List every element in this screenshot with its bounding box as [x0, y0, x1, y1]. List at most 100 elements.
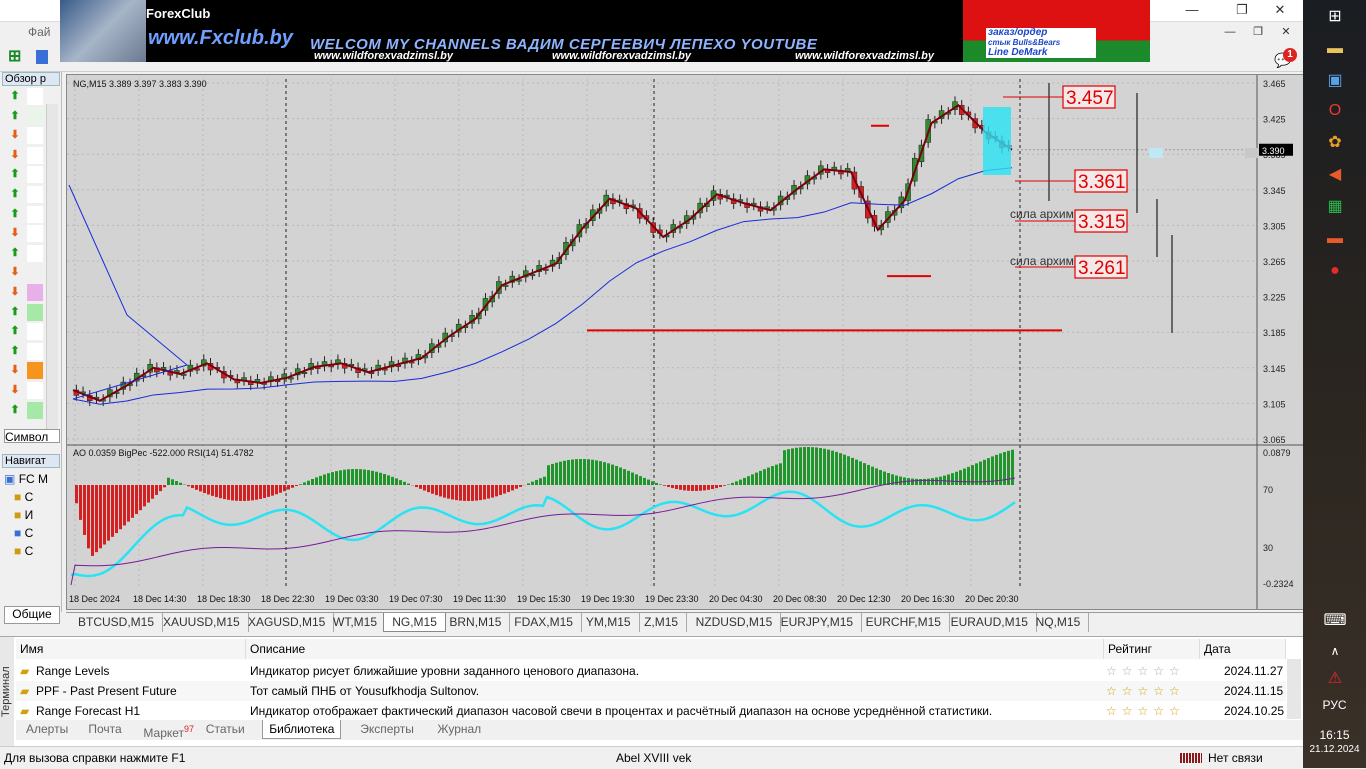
- paint-icon[interactable]: ✿: [1321, 130, 1349, 156]
- ao-bar: [759, 471, 762, 485]
- table-row[interactable]: ▰PPF - Past Present FutureТот самый ПНБ …: [16, 681, 1286, 701]
- nav-item[interactable]: ■ И: [4, 508, 60, 526]
- price-tick-label: 3.105: [1263, 399, 1286, 409]
- ao-bar: [191, 485, 194, 488]
- signal-cell: [27, 166, 43, 183]
- symbol-tab[interactable]: FDAX,M15: [506, 613, 582, 632]
- ao-bar: [959, 470, 962, 485]
- col-description[interactable]: Описание: [246, 639, 1104, 659]
- symbol-tab[interactable]: NG,M15: [383, 613, 446, 632]
- symbol-tab[interactable]: XAUUSD,M15: [155, 613, 249, 632]
- ao-bar: [387, 475, 390, 485]
- ao-bar: [535, 480, 538, 485]
- network-error-icon[interactable]: ⚠: [1321, 666, 1349, 692]
- symbol-tab[interactable]: XAGUSD,M15: [240, 613, 334, 632]
- nav-item[interactable]: ■ С: [4, 544, 60, 562]
- ad-banner[interactable]: ForexClub www.Fxclub.by WELCOM MY CHANNE…: [60, 0, 1150, 62]
- symbol-tab[interactable]: EURCHF,M15: [858, 613, 950, 632]
- keyboard-icon[interactable]: ⌨: [1321, 608, 1349, 634]
- price-tick-label: 3.225: [1263, 293, 1286, 303]
- symbol-tab[interactable]: BTCUSD,M15: [70, 613, 163, 632]
- row-date: 2024.11.27: [1224, 661, 1283, 681]
- tray-expand-icon[interactable]: ∧: [1321, 638, 1349, 664]
- terminal-tab[interactable]: Маркет97: [137, 720, 200, 739]
- ao-bar: [947, 474, 950, 485]
- language-indicator[interactable]: РУС: [1303, 698, 1366, 712]
- terminal-tab[interactable]: Эксперты: [354, 720, 420, 739]
- time-tick-label: 20 Dec 12:30: [837, 594, 891, 604]
- chart-canvas[interactable]: 3.4653.4253.3853.3453.3053.2653.2253.185…: [67, 75, 1303, 609]
- chart-header: NG,M15 3.389 3.397 3.383 3.390: [73, 79, 207, 89]
- symbol-tab[interactable]: EURAUD,M15: [943, 613, 1037, 632]
- terminal-tab[interactable]: Журнал: [431, 720, 487, 739]
- nav-item[interactable]: ■ С: [4, 490, 60, 508]
- chart-window[interactable]: 3.4653.4253.3853.3453.3053.2653.2253.185…: [66, 74, 1304, 610]
- ao-bar: [651, 481, 654, 485]
- terminal-tab[interactable]: Библиотека: [262, 720, 341, 739]
- ao-bar: [539, 478, 542, 485]
- symbol-tab[interactable]: Символ: [4, 429, 60, 443]
- col-rating[interactable]: Рейтинг: [1104, 639, 1200, 659]
- minimize-button[interactable]: —: [1176, 0, 1208, 20]
- clock-time[interactable]: 16:15: [1303, 728, 1366, 742]
- symbol-tab[interactable]: YM,M15: [578, 613, 640, 632]
- start-icon[interactable]: ⊞: [1321, 4, 1349, 30]
- explorer-icon[interactable]: ▬: [1321, 36, 1349, 62]
- symbol-tab[interactable]: BRN,M15: [441, 613, 510, 632]
- toolbar-icon[interactable]: [36, 50, 48, 64]
- col-name[interactable]: Имя: [16, 639, 246, 659]
- app-icon[interactable]: ▬: [1321, 226, 1349, 252]
- terminal-tab[interactable]: Статьи: [200, 720, 251, 739]
- app-icon[interactable]: ▣: [1321, 68, 1349, 94]
- price-line: [73, 105, 1012, 400]
- level-value: 3.457: [1066, 88, 1114, 109]
- speaker-icon[interactable]: ◀: [1321, 162, 1349, 188]
- market-watch-header[interactable]: Обзор р: [2, 72, 60, 86]
- market-watch-scrollbar[interactable]: [46, 104, 58, 434]
- terminal-tab[interactable]: Алерты: [20, 720, 74, 739]
- nav-item[interactable]: ■ С: [4, 526, 60, 544]
- symbol-tab[interactable]: EURJPY,M15: [773, 613, 862, 632]
- ao-bar: [883, 472, 886, 485]
- terminal-tab[interactable]: Почта: [82, 720, 127, 739]
- symbol-tab[interactable]: Z,M15: [636, 613, 687, 632]
- symbol-tab[interactable]: WT,M15: [325, 613, 386, 632]
- ao-bar: [811, 447, 814, 485]
- common-tab[interactable]: Общие: [4, 606, 60, 624]
- ao-bar: [751, 474, 754, 485]
- terminal-scrollbar[interactable]: [1287, 659, 1301, 719]
- signal-cell: [27, 402, 43, 419]
- symbol-tab[interactable]: NZDUSD,M15: [688, 613, 782, 632]
- close-button[interactable]: ✕: [1264, 0, 1296, 20]
- ao-bar: [79, 485, 82, 520]
- menu-file[interactable]: Фай: [28, 25, 51, 39]
- ao-bar: [611, 465, 614, 485]
- new-order-icon[interactable]: ⊞: [8, 48, 26, 66]
- ao-bar: [115, 485, 118, 533]
- script-icon: ▰: [20, 661, 29, 681]
- indicator-header: AO 0.0359 BigPec -522.000 RSI(14) 51.478…: [73, 448, 254, 458]
- ao-bar: [687, 485, 690, 491]
- record-icon[interactable]: ●: [1321, 258, 1349, 284]
- table-row[interactable]: ▰Range LevelsИндикатор рисует ближайшие …: [16, 661, 1286, 681]
- ao-bar: [359, 469, 362, 485]
- ao-bar: [423, 485, 426, 491]
- arrow-down-icon: ⬇: [4, 225, 26, 242]
- ao-bar: [255, 485, 258, 500]
- time-tick-label: 19 Dec 11:30: [453, 594, 506, 604]
- time-tick-label: 20 Dec 04:30: [709, 594, 763, 604]
- script-icon: ▰: [20, 681, 29, 701]
- symbol-tab[interactable]: NQ,M15: [1028, 613, 1090, 632]
- ao-bar: [575, 459, 578, 485]
- notifications-icon[interactable]: 💬 1: [1274, 48, 1296, 68]
- table-row[interactable]: ▰Range Forecast H1Индикатор отображает ф…: [16, 701, 1286, 721]
- opera-icon[interactable]: O: [1321, 98, 1349, 124]
- ao-bar: [231, 485, 234, 500]
- nav-item-root[interactable]: ▣ FC M: [4, 472, 60, 490]
- navigator-header[interactable]: Навигат: [2, 454, 60, 468]
- restore-button[interactable]: ❐: [1226, 0, 1258, 20]
- col-date[interactable]: Дата: [1200, 639, 1286, 659]
- child-close-button[interactable]: ✕: [1270, 22, 1302, 42]
- ao-bar: [855, 460, 858, 485]
- calculator-icon[interactable]: ▦: [1321, 194, 1349, 220]
